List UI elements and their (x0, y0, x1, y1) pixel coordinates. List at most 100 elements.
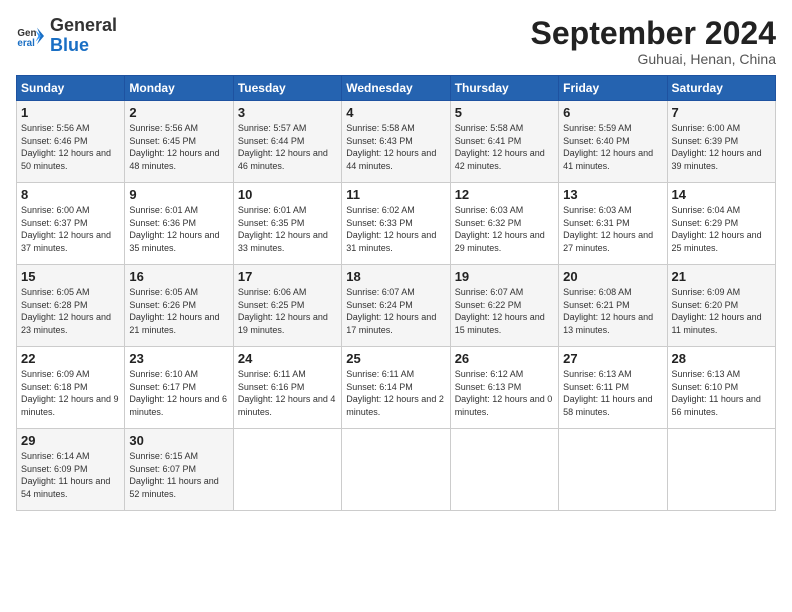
logo-line2: Blue (50, 36, 117, 56)
day-number: 20 (563, 269, 662, 284)
day-number: 4 (346, 105, 445, 120)
cell-content: Sunrise: 6:13 AMSunset: 6:11 PMDaylight:… (563, 368, 662, 418)
calendar-cell: 10 Sunrise: 6:01 AMSunset: 6:35 PMDaylig… (233, 183, 341, 265)
day-number: 1 (21, 105, 120, 120)
cell-content: Sunrise: 6:06 AMSunset: 6:25 PMDaylight:… (238, 286, 337, 336)
calendar-cell: 15 Sunrise: 6:05 AMSunset: 6:28 PMDaylig… (17, 265, 125, 347)
col-thursday: Thursday (450, 76, 558, 101)
cell-content: Sunrise: 6:11 AMSunset: 6:14 PMDaylight:… (346, 368, 445, 418)
cell-content: Sunrise: 6:04 AMSunset: 6:29 PMDaylight:… (672, 204, 771, 254)
calendar-table: Sunday Monday Tuesday Wednesday Thursday… (16, 75, 776, 511)
logo: Gen eral General Blue (16, 16, 117, 56)
calendar-cell (559, 429, 667, 511)
calendar-cell: 2 Sunrise: 5:56 AMSunset: 6:45 PMDayligh… (125, 101, 233, 183)
day-number: 9 (129, 187, 228, 202)
calendar-cell: 23 Sunrise: 6:10 AMSunset: 6:17 PMDaylig… (125, 347, 233, 429)
cell-content: Sunrise: 6:08 AMSunset: 6:21 PMDaylight:… (563, 286, 662, 336)
day-number: 22 (21, 351, 120, 366)
cell-content: Sunrise: 6:05 AMSunset: 6:26 PMDaylight:… (129, 286, 228, 336)
calendar-cell: 1 Sunrise: 5:56 AMSunset: 6:46 PMDayligh… (17, 101, 125, 183)
cell-content: Sunrise: 6:07 AMSunset: 6:22 PMDaylight:… (455, 286, 554, 336)
day-number: 5 (455, 105, 554, 120)
col-saturday: Saturday (667, 76, 775, 101)
calendar-cell: 4 Sunrise: 5:58 AMSunset: 6:43 PMDayligh… (342, 101, 450, 183)
col-monday: Monday (125, 76, 233, 101)
day-number: 10 (238, 187, 337, 202)
page: Gen eral General Blue September 2024 Guh… (0, 0, 792, 612)
location-subtitle: Guhuai, Henan, China (531, 51, 776, 67)
cell-content: Sunrise: 5:56 AMSunset: 6:46 PMDaylight:… (21, 122, 120, 172)
day-number: 11 (346, 187, 445, 202)
day-number: 24 (238, 351, 337, 366)
cell-content: Sunrise: 6:01 AMSunset: 6:36 PMDaylight:… (129, 204, 228, 254)
cell-content: Sunrise: 6:03 AMSunset: 6:31 PMDaylight:… (563, 204, 662, 254)
calendar-cell: 21 Sunrise: 6:09 AMSunset: 6:20 PMDaylig… (667, 265, 775, 347)
cell-content: Sunrise: 6:05 AMSunset: 6:28 PMDaylight:… (21, 286, 120, 336)
col-friday: Friday (559, 76, 667, 101)
day-number: 26 (455, 351, 554, 366)
cell-content: Sunrise: 6:00 AMSunset: 6:39 PMDaylight:… (672, 122, 771, 172)
day-number: 6 (563, 105, 662, 120)
cell-content: Sunrise: 5:59 AMSunset: 6:40 PMDaylight:… (563, 122, 662, 172)
cell-content: Sunrise: 6:03 AMSunset: 6:32 PMDaylight:… (455, 204, 554, 254)
day-number: 21 (672, 269, 771, 284)
cell-content: Sunrise: 6:14 AMSunset: 6:09 PMDaylight:… (21, 450, 120, 500)
calendar-cell: 9 Sunrise: 6:01 AMSunset: 6:36 PMDayligh… (125, 183, 233, 265)
calendar-cell: 27 Sunrise: 6:13 AMSunset: 6:11 PMDaylig… (559, 347, 667, 429)
calendar-week-4: 22 Sunrise: 6:09 AMSunset: 6:18 PMDaylig… (17, 347, 776, 429)
calendar-cell: 16 Sunrise: 6:05 AMSunset: 6:26 PMDaylig… (125, 265, 233, 347)
day-number: 12 (455, 187, 554, 202)
day-number: 17 (238, 269, 337, 284)
day-number: 13 (563, 187, 662, 202)
cell-content: Sunrise: 6:02 AMSunset: 6:33 PMDaylight:… (346, 204, 445, 254)
calendar-week-2: 8 Sunrise: 6:00 AMSunset: 6:37 PMDayligh… (17, 183, 776, 265)
calendar-cell: 12 Sunrise: 6:03 AMSunset: 6:32 PMDaylig… (450, 183, 558, 265)
calendar-cell: 3 Sunrise: 5:57 AMSunset: 6:44 PMDayligh… (233, 101, 341, 183)
calendar-cell (450, 429, 558, 511)
month-title: September 2024 (531, 16, 776, 51)
day-number: 8 (21, 187, 120, 202)
calendar-cell: 26 Sunrise: 6:12 AMSunset: 6:13 PMDaylig… (450, 347, 558, 429)
logo-text: General Blue (50, 16, 117, 56)
calendar-week-1: 1 Sunrise: 5:56 AMSunset: 6:46 PMDayligh… (17, 101, 776, 183)
day-number: 3 (238, 105, 337, 120)
calendar-cell: 17 Sunrise: 6:06 AMSunset: 6:25 PMDaylig… (233, 265, 341, 347)
header: Gen eral General Blue September 2024 Guh… (16, 16, 776, 67)
cell-content: Sunrise: 5:58 AMSunset: 6:41 PMDaylight:… (455, 122, 554, 172)
col-tuesday: Tuesday (233, 76, 341, 101)
day-number: 27 (563, 351, 662, 366)
col-sunday: Sunday (17, 76, 125, 101)
calendar-cell: 13 Sunrise: 6:03 AMSunset: 6:31 PMDaylig… (559, 183, 667, 265)
calendar-cell: 30 Sunrise: 6:15 AMSunset: 6:07 PMDaylig… (125, 429, 233, 511)
calendar-cell: 7 Sunrise: 6:00 AMSunset: 6:39 PMDayligh… (667, 101, 775, 183)
calendar-cell (233, 429, 341, 511)
calendar-cell: 6 Sunrise: 5:59 AMSunset: 6:40 PMDayligh… (559, 101, 667, 183)
calendar-week-3: 15 Sunrise: 6:05 AMSunset: 6:28 PMDaylig… (17, 265, 776, 347)
calendar-cell: 5 Sunrise: 5:58 AMSunset: 6:41 PMDayligh… (450, 101, 558, 183)
cell-content: Sunrise: 6:10 AMSunset: 6:17 PMDaylight:… (129, 368, 228, 418)
day-number: 14 (672, 187, 771, 202)
day-number: 16 (129, 269, 228, 284)
calendar-cell: 22 Sunrise: 6:09 AMSunset: 6:18 PMDaylig… (17, 347, 125, 429)
day-number: 29 (21, 433, 120, 448)
calendar-cell: 28 Sunrise: 6:13 AMSunset: 6:10 PMDaylig… (667, 347, 775, 429)
calendar-cell: 20 Sunrise: 6:08 AMSunset: 6:21 PMDaylig… (559, 265, 667, 347)
cell-content: Sunrise: 5:58 AMSunset: 6:43 PMDaylight:… (346, 122, 445, 172)
day-number: 23 (129, 351, 228, 366)
cell-content: Sunrise: 5:56 AMSunset: 6:45 PMDaylight:… (129, 122, 228, 172)
calendar-cell: 18 Sunrise: 6:07 AMSunset: 6:24 PMDaylig… (342, 265, 450, 347)
day-number: 30 (129, 433, 228, 448)
cell-content: Sunrise: 6:12 AMSunset: 6:13 PMDaylight:… (455, 368, 554, 418)
svg-text:eral: eral (17, 38, 35, 49)
day-number: 28 (672, 351, 771, 366)
day-number: 2 (129, 105, 228, 120)
calendar-cell: 11 Sunrise: 6:02 AMSunset: 6:33 PMDaylig… (342, 183, 450, 265)
cell-content: Sunrise: 5:57 AMSunset: 6:44 PMDaylight:… (238, 122, 337, 172)
col-wednesday: Wednesday (342, 76, 450, 101)
calendar-cell: 14 Sunrise: 6:04 AMSunset: 6:29 PMDaylig… (667, 183, 775, 265)
logo-icon: Gen eral (16, 22, 44, 50)
cell-content: Sunrise: 6:09 AMSunset: 6:20 PMDaylight:… (672, 286, 771, 336)
calendar-cell: 24 Sunrise: 6:11 AMSunset: 6:16 PMDaylig… (233, 347, 341, 429)
calendar-week-5: 29 Sunrise: 6:14 AMSunset: 6:09 PMDaylig… (17, 429, 776, 511)
day-number: 18 (346, 269, 445, 284)
